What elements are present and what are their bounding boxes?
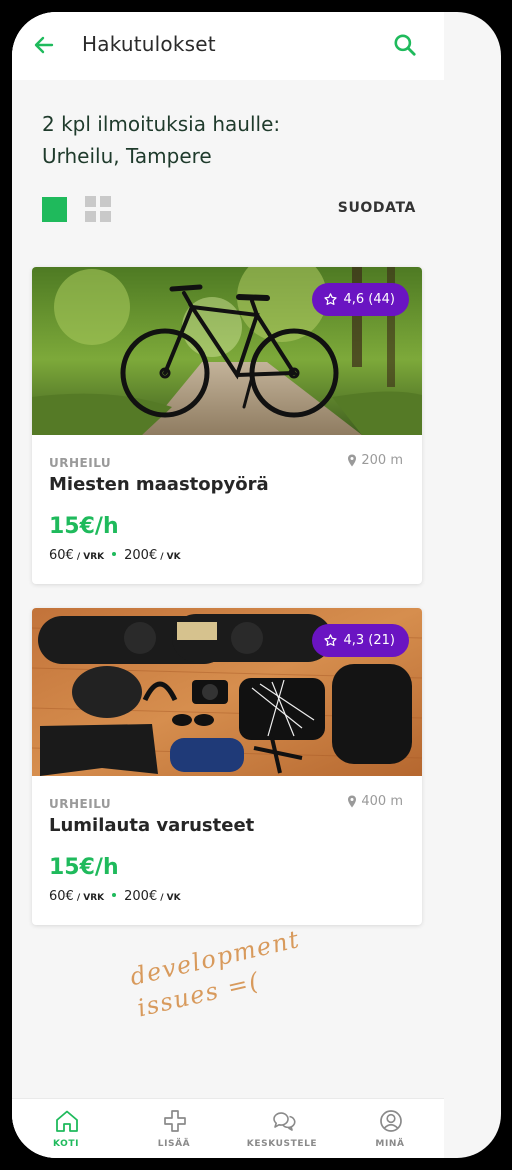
nav-item-add[interactable]: LISÄÄ bbox=[120, 1099, 228, 1158]
mountain-bike-photo: 4,6 (44) bbox=[32, 267, 422, 435]
listing-category: URHEILU bbox=[49, 797, 112, 811]
day-price: 60€ bbox=[49, 548, 74, 563]
search-icon[interactable] bbox=[392, 32, 418, 58]
day-unit: / VRK bbox=[76, 893, 105, 903]
star-icon bbox=[323, 293, 337, 305]
nav-item-chat[interactable]: KESKUSTELE bbox=[228, 1099, 336, 1158]
handwritten-annotation: development issues =( bbox=[127, 919, 335, 1059]
rating-badge[interactable]: 4,3 (21) bbox=[311, 624, 409, 657]
snowboard-gear-photo: 4,3 (21) bbox=[32, 608, 422, 776]
week-unit: / VK bbox=[160, 893, 181, 903]
distance-text: 400 m bbox=[361, 794, 403, 809]
week-unit: / VK bbox=[160, 552, 181, 562]
week-price: 200€ bbox=[124, 548, 158, 563]
day-price: 60€ bbox=[49, 889, 74, 904]
day-unit: / VRK bbox=[76, 552, 105, 562]
separator-dot bbox=[112, 893, 117, 897]
location-pin-icon bbox=[348, 795, 357, 808]
listing-distance: 400 m bbox=[347, 794, 403, 809]
nav-item-home[interactable]: KOTI bbox=[12, 1099, 120, 1158]
nav-label-chat: KESKUSTELE bbox=[246, 1139, 318, 1149]
nav-item-profile[interactable]: MINÄ bbox=[336, 1099, 444, 1158]
list-view-icon[interactable] bbox=[42, 197, 67, 222]
grid-view-icon[interactable] bbox=[85, 196, 112, 223]
top-bar: Hakutulokset bbox=[12, 12, 444, 80]
chat-icon bbox=[273, 1112, 296, 1131]
rating-badge[interactable]: 4,6 (44) bbox=[311, 283, 409, 316]
page-title: Hakutulokset bbox=[82, 32, 216, 56]
filter-button[interactable]: SUODATA bbox=[332, 200, 416, 216]
results-heading: 2 kpl ilmoituksia haulle: Urheilu, Tampe… bbox=[42, 108, 422, 172]
listing-title: Lumilauta varusteet bbox=[49, 815, 255, 836]
profile-icon bbox=[380, 1110, 402, 1132]
listing-card[interactable]: 4,3 (21) URHEILU 400 m Lumilauta varuste… bbox=[32, 608, 422, 925]
arrow-left-icon[interactable] bbox=[32, 33, 56, 57]
listing-price: 15€/h bbox=[49, 514, 119, 539]
separator-dot bbox=[112, 552, 117, 556]
app-screen: Hakutulokset 2 kpl ilmoituksia haulle: U… bbox=[12, 12, 444, 1158]
phone-frame: Hakutulokset 2 kpl ilmoituksia haulle: U… bbox=[12, 12, 501, 1158]
listing-card[interactable]: 4,6 (44) URHEILU 200 m Miesten maastopyö… bbox=[32, 267, 422, 584]
star-icon bbox=[323, 634, 337, 646]
listing-category: URHEILU bbox=[49, 456, 112, 470]
listing-rates: 60€ / VRK 200€ / VK bbox=[49, 889, 181, 904]
home-icon bbox=[56, 1110, 78, 1132]
location-pin-icon bbox=[348, 454, 357, 467]
listing-title: Miesten maastopyörä bbox=[49, 474, 269, 495]
plus-icon bbox=[164, 1110, 186, 1132]
nav-label-profile: MINÄ bbox=[375, 1139, 405, 1149]
nav-label-home: KOTI bbox=[52, 1139, 80, 1149]
results-query-text: Urheilu, Tampere bbox=[42, 144, 212, 168]
bottom-navigation: KOTI LISÄÄ KESKUSTELE MINÄ bbox=[12, 1098, 444, 1158]
nav-label-add: LISÄÄ bbox=[157, 1139, 191, 1149]
listing-price: 15€/h bbox=[49, 855, 119, 880]
distance-text: 200 m bbox=[361, 453, 403, 468]
listing-distance: 200 m bbox=[347, 453, 403, 468]
week-price: 200€ bbox=[124, 889, 158, 904]
rating-text: 4,6 (44) bbox=[343, 292, 396, 307]
listing-rates: 60€ / VRK 200€ / VK bbox=[49, 548, 181, 563]
rating-text: 4,3 (21) bbox=[343, 633, 396, 648]
results-count-text: 2 kpl ilmoituksia haulle: bbox=[42, 112, 281, 136]
